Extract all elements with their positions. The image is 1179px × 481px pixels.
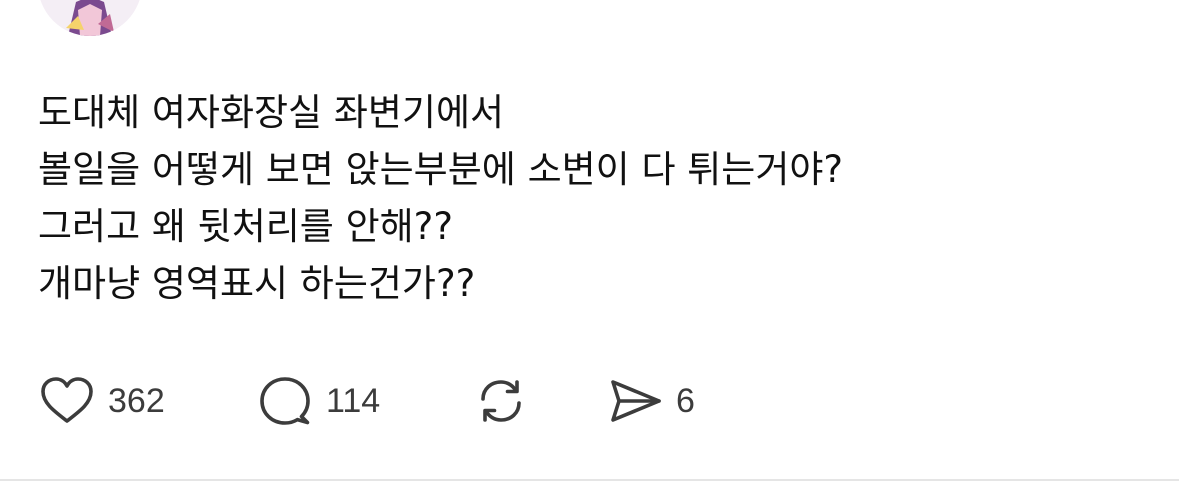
post-text-line: 도대체 여자화장실 좌변기에서 [38, 91, 505, 134]
heart-icon [38, 372, 96, 430]
post-text: 도대체 여자화장실 좌변기에서 볼일을 어떻게 보면 앉는부분에 소변이 다 튀… [38, 84, 1138, 312]
like-count: 362 [108, 381, 165, 420]
avatar-image [38, 0, 142, 36]
like-button[interactable]: 362 [38, 370, 256, 432]
post-text-line: 개마냥 영역표시 하는건가?? [38, 262, 476, 305]
repost-icon [472, 372, 530, 430]
post-actions: 362 114 6 [38, 370, 695, 432]
post-text-line: 볼일을 어떻게 보면 앉는부분에 소변이 다 튀는거야? [38, 148, 844, 191]
share-button[interactable]: 6 [606, 370, 695, 432]
username-obscured[interactable] [180, 0, 740, 35]
reply-button[interactable]: 114 [256, 370, 472, 432]
repost-button[interactable] [472, 370, 606, 432]
share-count: 6 [676, 381, 695, 420]
post-text-line: 그러고 왜 뒷처리를 안해?? [38, 205, 453, 248]
post-header [0, 0, 1179, 40]
reply-count: 114 [326, 381, 381, 420]
author-avatar[interactable] [38, 0, 142, 36]
speech-bubble-icon [256, 372, 314, 430]
username-obscured-shapes [180, 0, 740, 26]
send-icon [606, 372, 664, 430]
